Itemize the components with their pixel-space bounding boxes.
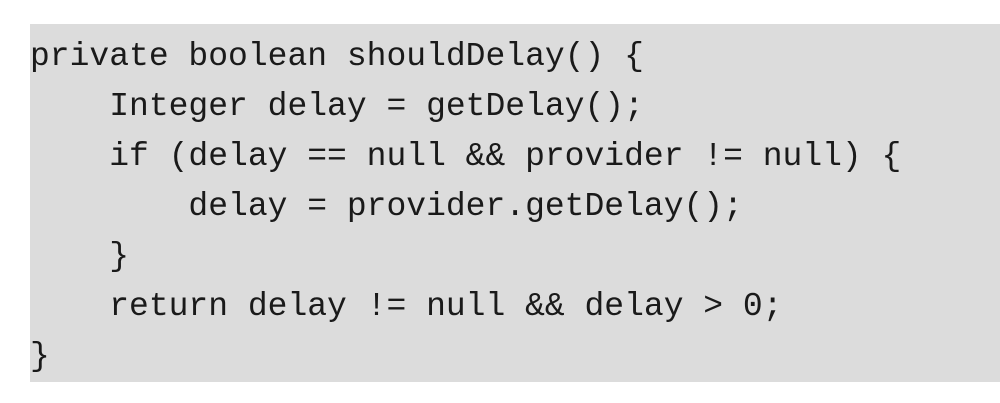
code-line-if-condition: if (delay == null && provider != null) { <box>30 138 902 175</box>
code-line-delay-declaration: Integer delay = getDelay(); <box>30 88 644 125</box>
code-line-provider-delay-assignment: delay = provider.getDelay(); <box>30 188 743 225</box>
code-line-method-signature: private boolean shouldDelay() { <box>30 38 644 75</box>
code-line-return-statement: return delay != null && delay > 0; <box>30 288 783 325</box>
code-line-if-close-brace: } <box>30 238 130 275</box>
code-line-method-close-brace: } <box>30 338 50 375</box>
code-block: private boolean shouldDelay() { Integer … <box>30 24 1000 382</box>
